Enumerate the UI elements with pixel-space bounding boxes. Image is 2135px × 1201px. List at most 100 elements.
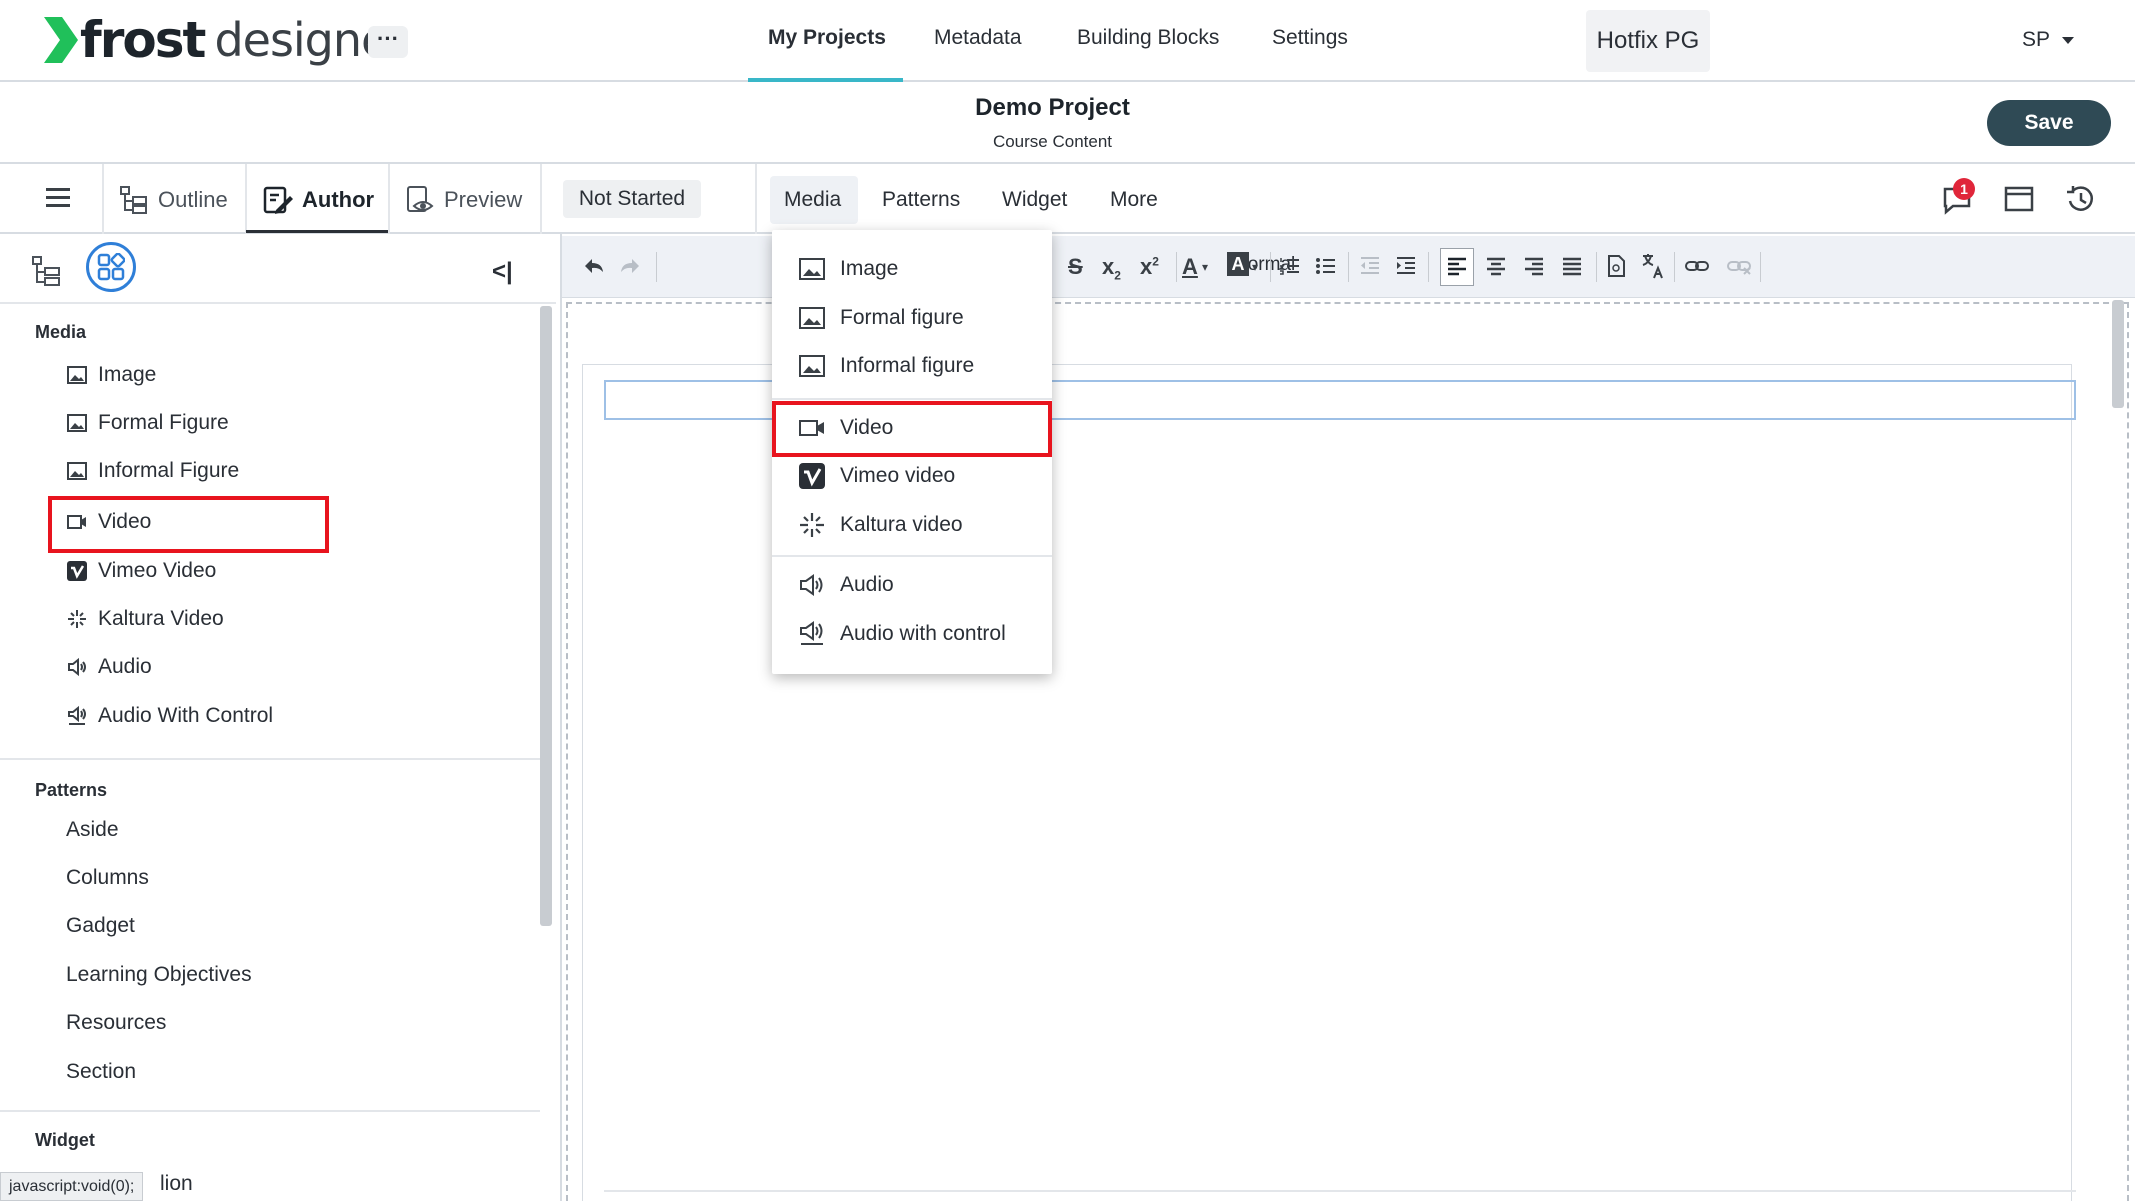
tab-outline-label: Outline bbox=[158, 187, 228, 212]
block-item-formal-figure[interactable]: Formal Figure bbox=[66, 408, 229, 438]
logo-word-frost: frost bbox=[80, 11, 206, 69]
block-item-audio-with-control[interactable]: Audio With Control bbox=[66, 701, 273, 731]
logo-chevron-icon bbox=[44, 17, 78, 63]
tree-view-icon[interactable] bbox=[30, 254, 64, 288]
block-item-informal-figure[interactable]: Informal Figure bbox=[66, 456, 239, 486]
divider bbox=[0, 758, 540, 760]
project-title: Demo Project bbox=[975, 94, 1130, 121]
media-menu-item-informal-figure[interactable]: Informal figure bbox=[798, 349, 974, 383]
block-item-resources[interactable]: Resources bbox=[66, 1011, 166, 1035]
language-icon[interactable] bbox=[1640, 252, 1666, 280]
align-justify-icon[interactable] bbox=[1560, 254, 1584, 278]
block-item-gadget[interactable]: Gadget bbox=[66, 914, 135, 938]
hamburger-menu-icon[interactable] bbox=[46, 188, 70, 208]
outdent-icon[interactable] bbox=[1358, 254, 1382, 278]
redo-icon[interactable] bbox=[618, 254, 642, 278]
media-menu-item-kaltura-video[interactable]: Kaltura video bbox=[798, 508, 963, 542]
media-menu-item-audio-with-control[interactable]: Audio with control bbox=[798, 617, 1006, 651]
tab-more[interactable]: More bbox=[1110, 188, 1158, 212]
collapse-panel-button[interactable]: <| bbox=[492, 258, 513, 286]
tab-patterns[interactable]: Patterns bbox=[882, 188, 960, 212]
author-edit-icon bbox=[263, 186, 293, 214]
history-icon[interactable] bbox=[2064, 182, 2098, 216]
blocks-view-button[interactable] bbox=[86, 242, 136, 292]
speaker-control-icon bbox=[800, 621, 823, 645]
align-left-icon[interactable] bbox=[1445, 254, 1469, 278]
bullet-list-icon[interactable] bbox=[1314, 254, 1338, 278]
numbered-list-icon[interactable] bbox=[1278, 254, 1302, 278]
highlight-color-icon[interactable]: A bbox=[1227, 252, 1249, 276]
panel-header: <| bbox=[0, 234, 556, 304]
block-item-label: Audio bbox=[98, 655, 152, 678]
media-menu-item-formal-figure[interactable]: Formal figure bbox=[798, 301, 964, 335]
divider bbox=[1176, 252, 1177, 282]
blocks-grid-icon bbox=[97, 253, 125, 281]
media-menu-item-audio[interactable]: Audio bbox=[798, 568, 894, 602]
block-item-label: Informal Figure bbox=[98, 459, 240, 482]
user-menu[interactable]: SP bbox=[2022, 28, 2050, 52]
tab-media[interactable]: Media bbox=[784, 188, 841, 212]
speaker-icon bbox=[68, 657, 86, 677]
tab-author[interactable]: Author bbox=[262, 180, 374, 220]
notification-count-badge: 1 bbox=[1953, 178, 1975, 200]
project-subtitle: Course Content bbox=[992, 132, 1113, 151]
media-menu-label: Vimeo video bbox=[840, 464, 956, 487]
divider bbox=[1270, 252, 1271, 282]
status-badge[interactable]: Not Started bbox=[563, 180, 701, 218]
divider bbox=[1348, 252, 1349, 282]
block-item-image[interactable]: Image bbox=[66, 360, 156, 390]
block-item-learning-objectives[interactable]: Learning Objectives bbox=[66, 963, 252, 987]
undo-icon[interactable] bbox=[582, 254, 606, 278]
block-item-aside[interactable]: Aside bbox=[66, 818, 119, 842]
superscript-icon[interactable]: x2 bbox=[1140, 254, 1159, 280]
tab-preview[interactable]: Preview bbox=[404, 180, 522, 220]
nav-my-projects[interactable]: My Projects bbox=[768, 26, 886, 50]
panel-view-icon[interactable] bbox=[2002, 182, 2036, 216]
block-item-audio[interactable]: Audio bbox=[66, 652, 152, 682]
media-menu-item-image[interactable]: Image bbox=[798, 252, 898, 286]
speaker-control-icon bbox=[68, 705, 86, 725]
align-center-icon[interactable] bbox=[1484, 254, 1508, 278]
block-item-label: Vimeo Video bbox=[98, 559, 217, 582]
save-button[interactable]: Save bbox=[1987, 100, 2111, 146]
nav-settings[interactable]: Settings bbox=[1272, 26, 1348, 50]
block-item-label: Kaltura Video bbox=[98, 607, 224, 630]
media-menu-item-vimeo-video[interactable]: Vimeo video bbox=[798, 459, 955, 493]
align-right-icon[interactable] bbox=[1522, 254, 1546, 278]
media-menu-label: Audio bbox=[840, 573, 894, 596]
panel-scrollbar[interactable] bbox=[540, 306, 552, 926]
image-icon bbox=[799, 258, 825, 280]
tab-preview-label: Preview bbox=[444, 187, 523, 212]
chevron-down-icon[interactable] bbox=[2062, 37, 2074, 44]
frost-designer-logo[interactable]: frost designer bbox=[42, 8, 407, 72]
project-switch-button[interactable]: Hotfix PG bbox=[1586, 10, 1710, 72]
divider bbox=[245, 164, 247, 234]
block-item-columns[interactable]: Columns bbox=[66, 866, 149, 890]
tab-widget[interactable]: Widget bbox=[1002, 188, 1067, 212]
block-item-vimeo-video[interactable]: Vimeo Video bbox=[66, 556, 216, 586]
tab-outline[interactable]: Outline bbox=[118, 180, 228, 220]
kaltura-icon bbox=[68, 610, 86, 628]
mode-toolbar: Outline Author Preview Not Started Media… bbox=[0, 164, 2135, 234]
chevron-down-icon[interactable]: ▾ bbox=[1252, 260, 1258, 274]
document-icon[interactable] bbox=[1604, 254, 1628, 278]
block-item-kaltura-video[interactable]: Kaltura Video bbox=[66, 604, 224, 634]
indent-icon[interactable] bbox=[1394, 254, 1418, 278]
unlink-icon[interactable] bbox=[1726, 254, 1752, 278]
preview-eye-icon bbox=[407, 186, 434, 212]
editor-scrollbar[interactable] bbox=[2112, 300, 2124, 408]
subscript-icon[interactable]: x2 bbox=[1102, 254, 1121, 282]
more-options-button[interactable]: ··· bbox=[368, 26, 408, 58]
block-item-widget-partial[interactable]: lion bbox=[160, 1172, 193, 1196]
block-item-section[interactable]: Section bbox=[66, 1060, 136, 1084]
link-icon[interactable] bbox=[1684, 254, 1710, 278]
chevron-down-icon[interactable]: ▾ bbox=[1202, 260, 1208, 274]
nav-metadata[interactable]: Metadata bbox=[934, 26, 1022, 50]
project-header: Demo Project Course Content Save bbox=[0, 82, 2135, 164]
highlight-box-menu-video bbox=[772, 401, 1052, 457]
nav-building-blocks[interactable]: Building Blocks bbox=[1077, 26, 1219, 50]
block-item-label: Formal Figure bbox=[98, 411, 229, 434]
image-icon bbox=[799, 307, 825, 329]
font-color-icon[interactable]: A bbox=[1182, 254, 1198, 280]
strikethrough-icon[interactable]: S bbox=[1068, 254, 1083, 280]
